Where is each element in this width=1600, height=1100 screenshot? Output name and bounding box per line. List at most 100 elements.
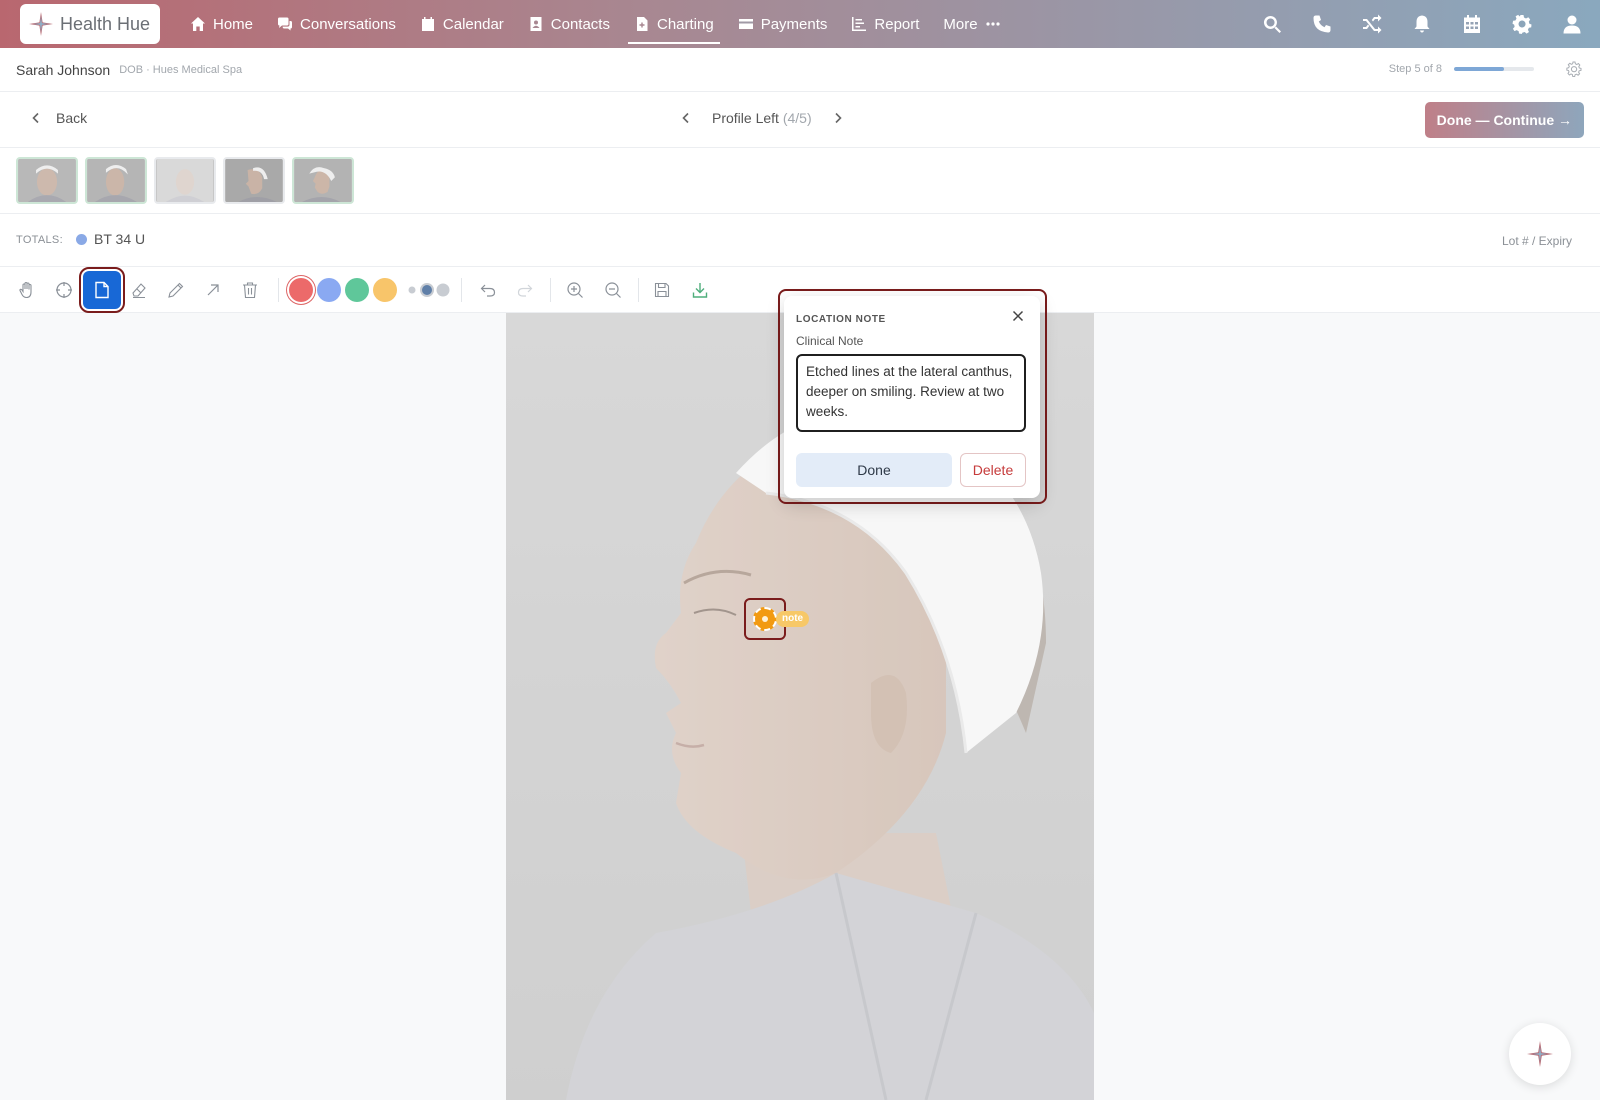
calendar-icon — [421, 17, 434, 31]
chat-icon — [278, 17, 293, 31]
trash-icon — [243, 282, 257, 299]
thumbnail-blank[interactable] — [154, 157, 216, 204]
delete-button[interactable]: Delete — [960, 453, 1026, 487]
brush-size-selector[interactable] — [405, 276, 455, 304]
phone-icon[interactable] — [1312, 14, 1332, 34]
pencil-tool[interactable] — [161, 276, 191, 304]
arrow-icon — [207, 284, 219, 296]
undo-icon — [480, 284, 496, 297]
patient-meta: DOB · Hues Medical Spa — [119, 63, 243, 76]
redo-icon — [517, 284, 533, 297]
undo-button[interactable] — [473, 276, 503, 304]
face-oblique-thumbnail — [87, 159, 145, 202]
toolbar-divider — [278, 278, 279, 302]
note-pin-icon — [753, 607, 777, 631]
shuffle-icon[interactable] — [1362, 14, 1382, 34]
hand-icon — [19, 281, 32, 299]
thumbnail-oblique-right[interactable] — [85, 157, 147, 204]
nav-conversations[interactable]: Conversations — [265, 0, 408, 48]
face-faded-thumbnail — [156, 159, 214, 202]
search-icon[interactable] — [1262, 14, 1282, 34]
view-title: Profile Left (4/5) — [712, 110, 812, 126]
chevron-left-icon — [32, 112, 39, 124]
zoom-out-button[interactable] — [598, 276, 628, 304]
nav-label: More — [943, 15, 978, 33]
delete-tool[interactable] — [235, 276, 265, 304]
settings-icon[interactable] — [1566, 61, 1582, 77]
brand-logo[interactable]: Health Hue — [20, 4, 160, 44]
thumbnail-front[interactable] — [16, 157, 78, 204]
nav-label: Charting — [656, 15, 714, 33]
nav-label: Conversations — [300, 15, 396, 33]
close-icon[interactable] — [1010, 308, 1026, 324]
save-button[interactable] — [647, 276, 677, 304]
report-icon — [852, 17, 867, 31]
step-progress-bar — [1454, 67, 1534, 71]
product-color-dot — [76, 233, 87, 245]
face-front-thumbnail — [18, 159, 76, 202]
nav-charting[interactable]: Charting — [622, 0, 726, 48]
sub-header: Back Profile Left (4/5) Done — Continue … — [0, 92, 1600, 148]
step-progress: Step 5 of 8 — [1389, 61, 1582, 77]
nav-more[interactable]: More — [931, 0, 1012, 48]
user-icon[interactable] — [1562, 14, 1582, 34]
nav-payments[interactable]: Payments — [726, 0, 840, 48]
toolbar-divider — [461, 278, 462, 302]
totals-label: TOTALS: — [16, 234, 63, 246]
next-view-icon[interactable] — [832, 112, 844, 124]
face-profile-left-thumbnail — [294, 159, 352, 202]
lot-expiry-link[interactable]: Lot # / Expiry — [1502, 234, 1572, 248]
download-button[interactable] — [685, 276, 715, 304]
top-nav: Health Hue Home Conversations Calendar C… — [0, 0, 1600, 48]
note-tool[interactable] — [79, 267, 125, 313]
back-button[interactable]: Back — [30, 110, 87, 126]
thumbnail-profile-right[interactable] — [223, 157, 285, 204]
nav-contacts[interactable]: Contacts — [516, 0, 622, 48]
nav-calendar[interactable]: Calendar — [408, 0, 516, 48]
clinical-note-label: Clinical Note — [796, 334, 864, 348]
home-icon — [191, 17, 205, 31]
color-swatch-blue[interactable] — [317, 278, 341, 302]
assistant-fab-button[interactable] — [1509, 1023, 1571, 1085]
brand-name: Health Hue — [60, 13, 151, 34]
credit-card-icon — [738, 19, 753, 29]
note-marker-tag[interactable]: note — [776, 611, 810, 627]
eraser-icon — [132, 283, 146, 299]
nav-label: Contacts — [550, 15, 610, 33]
redo-button[interactable] — [510, 276, 540, 304]
zoom-in-icon — [567, 282, 583, 298]
color-swatch-yellow[interactable] — [373, 278, 397, 302]
popup-title: LOCATION NOTE — [796, 314, 886, 325]
eraser-tool[interactable] — [124, 276, 154, 304]
nav-label: Calendar — [442, 15, 504, 33]
zoom-in-button[interactable] — [560, 276, 590, 304]
thumbnail-profile-left-active[interactable] — [292, 157, 354, 204]
color-swatch-red[interactable] — [289, 278, 313, 302]
calendar-grid-icon[interactable] — [1462, 14, 1482, 34]
clinical-note-textarea[interactable]: Etched lines at the lateral canthus, dee… — [796, 354, 1026, 432]
photo-thumbnails — [0, 148, 1600, 214]
contact-icon — [530, 17, 542, 31]
totals-amount: BT 34 U — [94, 231, 146, 247]
view-label: Profile Left — [712, 110, 779, 126]
bell-icon[interactable] — [1412, 14, 1432, 34]
nav-report[interactable]: Report — [839, 0, 931, 48]
patient-header: Sarah Johnson DOB · Hues Medical Spa Ste… — [0, 48, 1600, 92]
color-swatch-green[interactable] — [345, 278, 369, 302]
gear-icon[interactable] — [1512, 14, 1532, 34]
toolbar-divider — [638, 278, 639, 302]
pan-tool[interactable] — [12, 276, 42, 304]
nav-home[interactable]: Home — [178, 0, 265, 48]
crosshair-icon — [56, 282, 72, 298]
done-button[interactable]: Done — [796, 453, 952, 487]
nav-label: Report — [874, 15, 920, 33]
patient-name: Sarah Johnson — [16, 61, 111, 78]
step-text: Step 5 of 8 — [1388, 63, 1442, 75]
prev-view-icon[interactable] — [680, 112, 692, 124]
totals-value: BT 34 U — [76, 231, 145, 247]
target-tool[interactable] — [49, 276, 79, 304]
view-count: (4/5) — [782, 110, 812, 126]
done-continue-button[interactable]: Done — Continue → — [1424, 102, 1584, 138]
arrow-tool[interactable] — [198, 276, 228, 304]
nav-label: Home — [213, 15, 254, 33]
